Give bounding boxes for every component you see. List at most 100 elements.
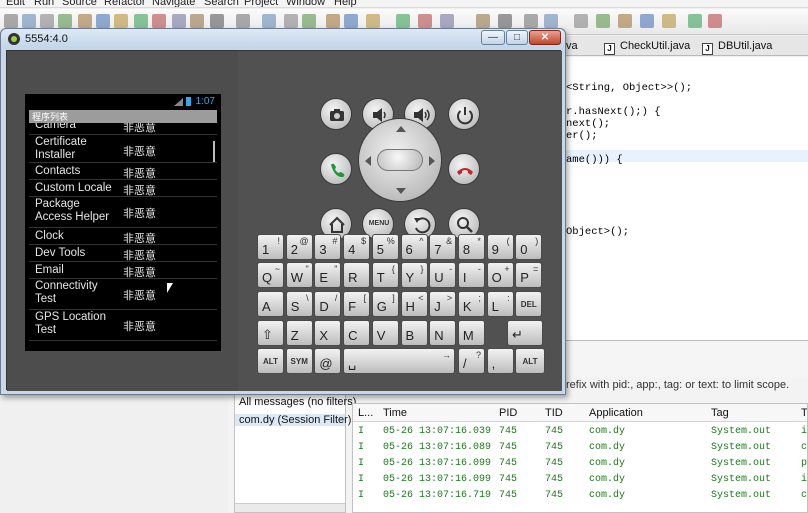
key-space[interactable]: ␣ →	[343, 348, 455, 374]
key-6[interactable]: 6 ^	[400, 234, 428, 260]
key-t[interactable]: T{	[371, 262, 399, 288]
toolbar-icon[interactable]	[688, 14, 702, 28]
editor-tab[interactable]: va	[566, 38, 578, 55]
toolbar-icon[interactable]	[262, 14, 276, 28]
dpad[interactable]	[358, 118, 442, 202]
log-row[interactable]: I 05-26 13:07:16.039 745 745 com.dy System.ou…	[353, 424, 807, 440]
key-j[interactable]: J >	[429, 291, 457, 317]
app-list-item[interactable]: Email 非恶意	[29, 262, 217, 279]
key-2[interactable]: 2 @	[285, 234, 313, 260]
toolbar-icon[interactable]	[302, 14, 316, 28]
log-row[interactable]: I 05-26 13:07:16.089 745 745 com.dy System.ou…	[353, 440, 807, 456]
key-1[interactable]: 1!	[257, 234, 284, 260]
log-row[interactable]: I 05-26 13:07:16.099 745 745 com.dy System.ou…	[353, 456, 807, 472]
key-m[interactable]: M	[457, 320, 485, 346]
key-sym[interactable]: SYM	[285, 348, 313, 374]
toolbar-icon[interactable]	[78, 14, 92, 28]
log-row[interactable]: I 05-26 13:07:16.099 745 745 com.dy System.ou…	[353, 472, 807, 488]
key-o[interactable]: O +	[486, 262, 514, 288]
app-list-item[interactable]: GPS Location Test 非恶意	[29, 310, 217, 341]
emulator-titlebar[interactable]: 5554:4.0 — □ ✕	[1, 29, 565, 49]
toolbar-icon[interactable]	[618, 14, 632, 28]
key-g[interactable]: G]	[371, 291, 399, 317]
key-w[interactable]: W "	[285, 262, 313, 288]
key-n[interactable]: N	[429, 320, 457, 346]
toolbar-icon[interactable]	[114, 14, 128, 28]
log-column-header[interactable]: PID	[499, 407, 517, 419]
toolbar-icon[interactable]	[236, 14, 250, 28]
key-7[interactable]: 7 &	[429, 234, 457, 260]
key-y[interactable]: Y}	[400, 262, 428, 288]
logcat-search-hint[interactable]: refix with pid:, app:, tag: or text: to …	[566, 379, 789, 391]
key-c[interactable]: C	[343, 320, 371, 346]
dpad-center-button[interactable]	[377, 149, 423, 171]
toolbar-icon[interactable]	[172, 14, 186, 28]
power-button[interactable]	[448, 98, 480, 130]
key-comma[interactable]: ,	[486, 348, 514, 374]
key-slash[interactable]: /?	[458, 348, 485, 374]
app-list-item[interactable]: Connectivity Test 非恶意	[29, 279, 217, 310]
menu-run[interactable]: Run	[34, 0, 54, 7]
menu-project[interactable]: Project	[244, 0, 278, 7]
key-r[interactable]: R	[343, 262, 371, 288]
log-column-header[interactable]: Time	[383, 407, 407, 419]
minimize-button[interactable]: —	[481, 30, 505, 45]
editor-tab[interactable]: J CheckUtil.java	[604, 38, 690, 55]
log-column-header[interactable]: L...	[358, 407, 373, 419]
toolbar-icon[interactable]	[22, 14, 36, 28]
menu-source[interactable]: Source	[62, 0, 97, 7]
key-z[interactable]: Z	[285, 320, 313, 346]
toolbar-icon[interactable]	[96, 14, 110, 28]
camera-button[interactable]	[320, 98, 352, 130]
toolbar-icon[interactable]	[662, 14, 676, 28]
key-9[interactable]: 9(	[486, 234, 514, 260]
app-list-item[interactable]: Dev Tools 非恶意	[29, 245, 217, 262]
key-l[interactable]: L:	[486, 291, 514, 317]
app-list-item[interactable]: Clock 非恶意	[29, 228, 217, 245]
call-button[interactable]	[320, 153, 352, 185]
log-column-header[interactable]: TID	[545, 407, 563, 419]
toolbar-icon[interactable]	[366, 14, 380, 28]
toolbar-icon[interactable]	[596, 14, 610, 28]
log-column-header[interactable]: Tag	[711, 407, 729, 419]
toolbar-icon[interactable]	[210, 14, 224, 28]
key-s[interactable]: S \	[285, 291, 313, 317]
menu-refactor[interactable]: Refactor	[104, 0, 146, 7]
menu-help[interactable]: Help	[334, 0, 357, 7]
toolbar-icon[interactable]	[544, 14, 558, 28]
toolbar-icon[interactable]	[134, 14, 148, 28]
toolbar-icon[interactable]	[418, 14, 432, 28]
editor-tab[interactable]: J DBUtil.java	[702, 38, 772, 55]
key-del[interactable]: DEL	[515, 291, 543, 317]
menu-window[interactable]: Window	[286, 0, 325, 7]
toolbar-icon[interactable]	[284, 14, 298, 28]
key-i[interactable]: I-	[457, 262, 485, 288]
key-5[interactable]: 5%	[371, 234, 399, 260]
key-0[interactable]: 0)	[515, 234, 543, 260]
dpad-right-icon[interactable]	[429, 156, 435, 166]
toolbar-icon[interactable]	[152, 14, 166, 28]
toolbar-icon[interactable]	[40, 14, 54, 28]
menu-edit[interactable]: Edit	[6, 0, 25, 7]
key-x[interactable]: X	[314, 320, 342, 346]
key-at[interactable]: @	[314, 348, 342, 374]
key-h[interactable]: H <	[400, 291, 428, 317]
toolbar-icon[interactable]	[344, 14, 358, 28]
key-p[interactable]: P =	[515, 262, 543, 288]
key-e[interactable]: E "	[314, 262, 342, 288]
log-row[interactable]: I 05-26 13:07:16.719 745 745 com.dy System.ou…	[353, 488, 807, 504]
key-4[interactable]: 4 $	[343, 234, 371, 260]
dpad-down-icon[interactable]	[396, 188, 406, 194]
menu-search[interactable]: Search	[204, 0, 239, 7]
app-list-item[interactable]: Custom Locale 非恶意	[29, 180, 217, 197]
dpad-up-icon[interactable]	[396, 126, 406, 132]
key-a[interactable]: A	[257, 291, 284, 317]
key-k[interactable]: K;	[457, 291, 485, 317]
toolbar-icon[interactable]	[524, 14, 538, 28]
maximize-button[interactable]: □	[506, 30, 528, 45]
key-b[interactable]: B	[400, 320, 428, 346]
key-v[interactable]: V	[371, 320, 399, 346]
toolbar-icon[interactable]	[190, 14, 204, 28]
device-screen[interactable]: 1:07 程序列表 Camera 非恶意 Certificate Installer 非…	[25, 94, 221, 351]
dpad-left-icon[interactable]	[365, 156, 371, 166]
